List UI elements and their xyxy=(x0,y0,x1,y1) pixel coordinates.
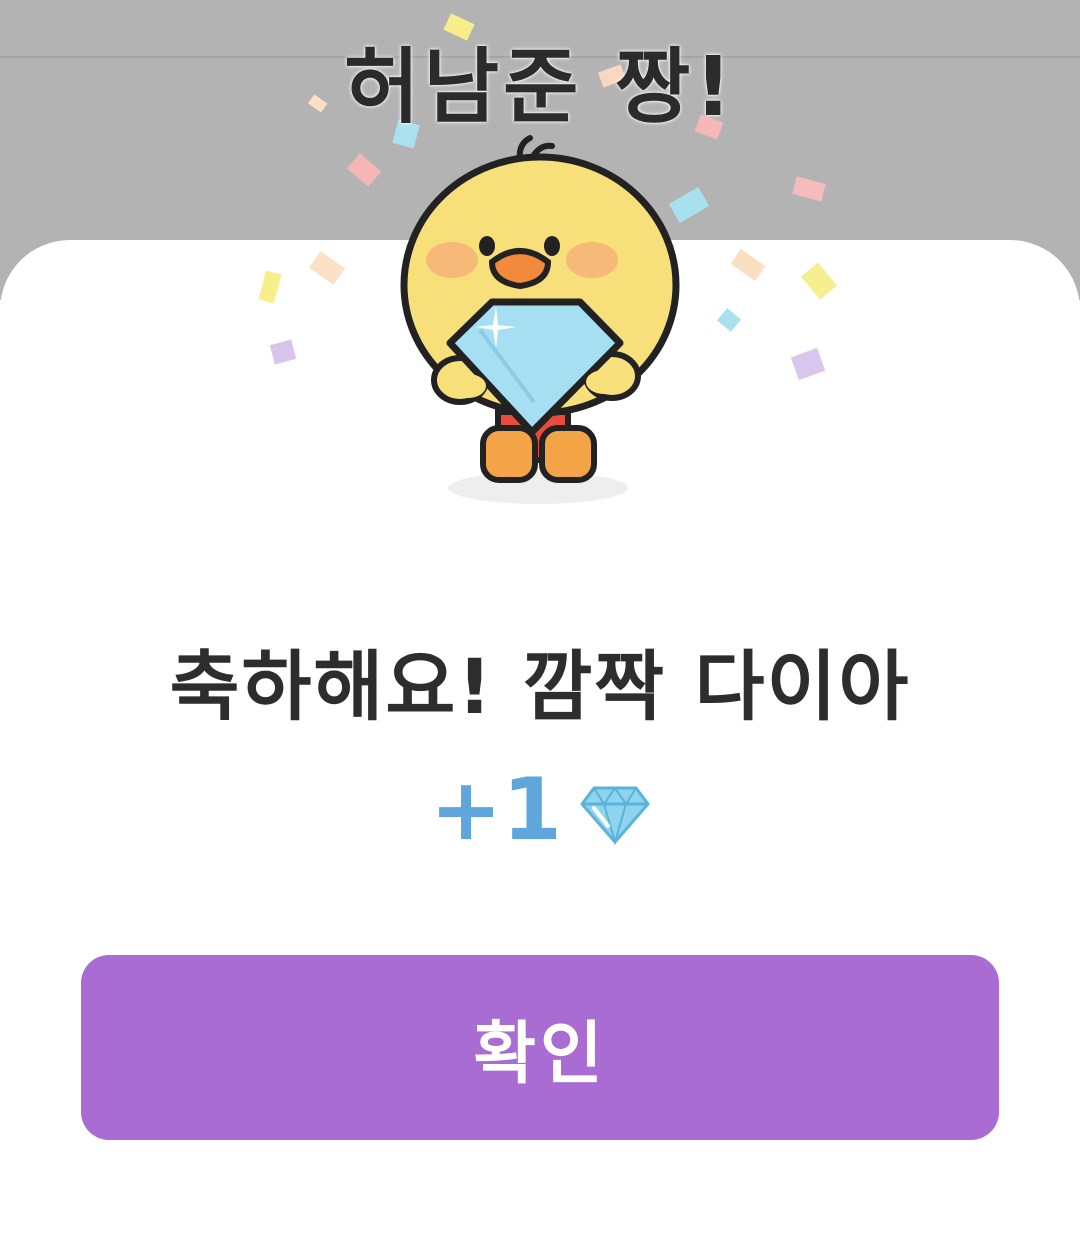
confirm-button[interactable]: 확인 xyxy=(81,955,999,1140)
duck-mascot-illustration xyxy=(400,135,680,504)
congrats-headline: 축하해요! 깜짝 다이아 xyxy=(169,642,911,731)
reward-summary: +1 xyxy=(0,760,1080,860)
reward-amount: +1 xyxy=(430,760,562,860)
banner-title: 허남준 짱! xyxy=(344,40,736,135)
diamond-icon xyxy=(580,786,650,846)
